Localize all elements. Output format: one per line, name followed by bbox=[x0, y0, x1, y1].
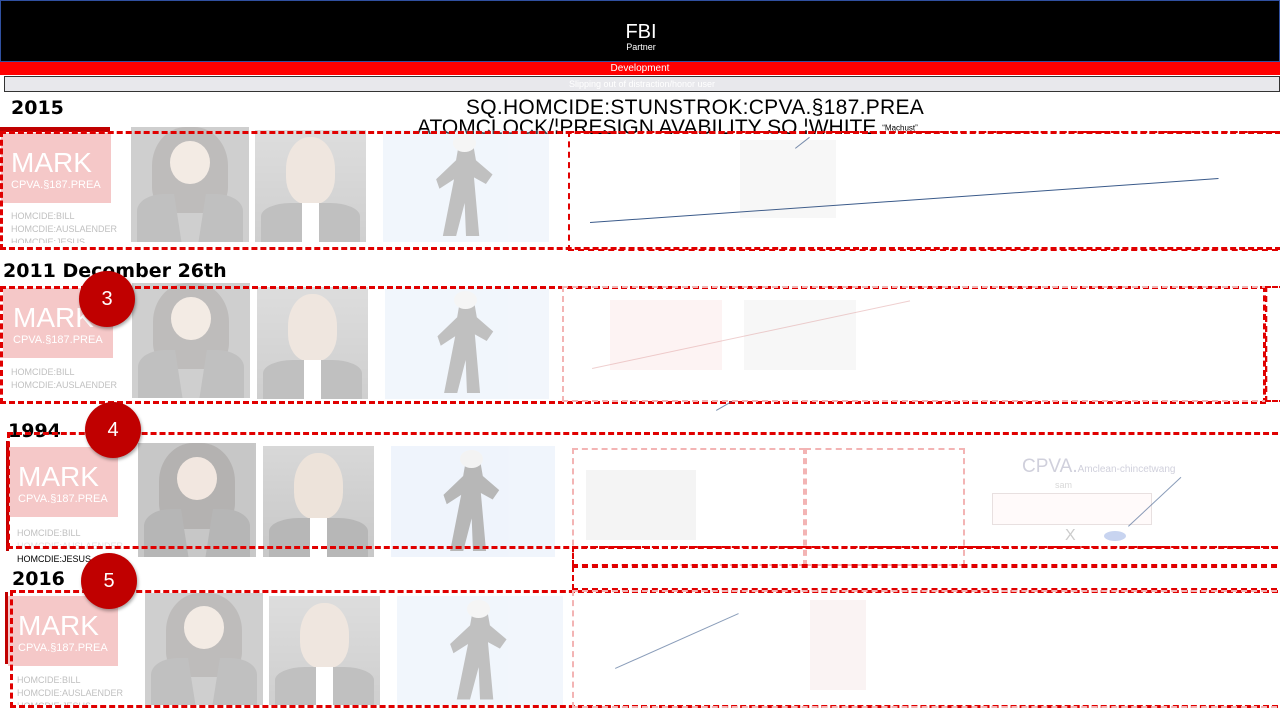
toggle-dot[interactable] bbox=[1104, 531, 1126, 541]
ghost-thumbnail bbox=[810, 600, 866, 690]
row-right-frame[interactable] bbox=[568, 131, 1280, 251]
row-right-frame[interactable] bbox=[572, 590, 1280, 708]
status-bar: Slipping out of distraction/honor user bbox=[4, 76, 1280, 92]
header-title: FBI bbox=[625, 21, 657, 43]
header-bar: FBI Partner bbox=[0, 0, 1280, 62]
panel-bottom-frame[interactable] bbox=[572, 546, 1280, 566]
step-badge-3[interactable]: 3 bbox=[79, 271, 135, 327]
cpva-title-small: Amclean-chincetwang bbox=[1077, 464, 1176, 475]
ghost-thumbnail bbox=[740, 140, 836, 218]
ghost-thumbnail bbox=[744, 300, 856, 370]
development-bar[interactable]: Development bbox=[0, 62, 1280, 75]
header-subtitle: Partner bbox=[626, 42, 656, 52]
close-icon[interactable]: X bbox=[1065, 527, 1076, 545]
row-edge-frame[interactable] bbox=[1265, 286, 1280, 402]
ghost-thumbnail bbox=[586, 470, 696, 540]
step-badge-4[interactable]: 4 bbox=[85, 402, 141, 458]
cpva-panel-title: CPVA.Amclean-chincetwang bbox=[1022, 456, 1175, 478]
step-badge-5[interactable]: 5 bbox=[81, 553, 137, 609]
year-label-2015: 2015 bbox=[11, 97, 64, 119]
year-label-2016: 2016 bbox=[12, 568, 65, 590]
cpva-input-field[interactable] bbox=[992, 493, 1152, 525]
panel-bottom-frame[interactable] bbox=[572, 566, 1280, 590]
cpva-title: CPVA. bbox=[1022, 456, 1078, 477]
cpva-subtitle: sam bbox=[1055, 480, 1073, 490]
